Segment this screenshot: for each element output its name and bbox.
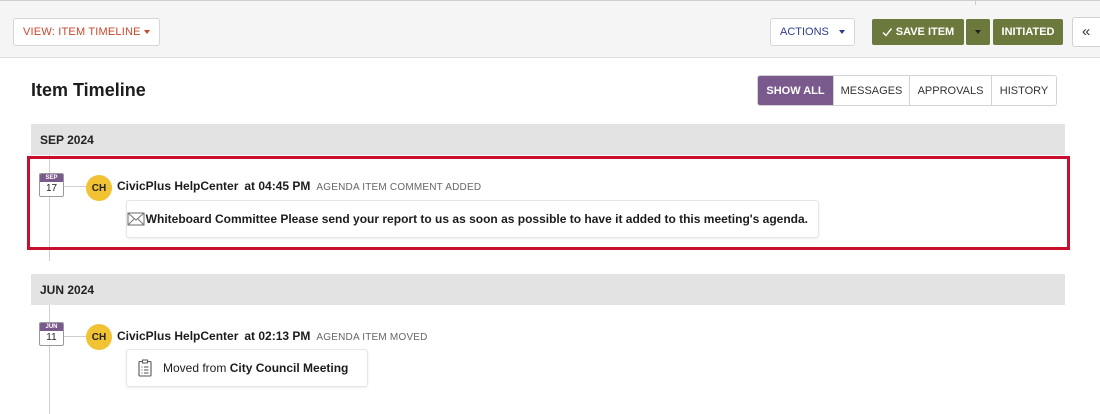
toolbar-divider <box>975 1 976 5</box>
entry-time: at 02:13 PM <box>244 329 311 343</box>
save-item-label: SAVE ITEM <box>895 26 955 38</box>
top-toolbar: VIEW: ITEM TIMELINE ACTIONS SAVE ITEM IN… <box>0 0 1100 58</box>
entry-author[interactable]: CivicPlus HelpCenter <box>117 329 238 343</box>
entry-type: AGENDA ITEM MOVED <box>316 332 428 343</box>
caret-down-icon <box>975 30 981 34</box>
status-label: INITIATED <box>1001 26 1055 38</box>
entry-body-prefix: Moved from <box>163 361 227 375</box>
collapse-panel-button[interactable]: « <box>1072 17 1100 47</box>
save-item-button[interactable]: SAVE ITEM <box>872 19 964 45</box>
highlight-box <box>27 156 1070 250</box>
caret-down-icon <box>839 30 845 34</box>
timeline-connector <box>64 336 86 337</box>
clipboard-icon <box>127 350 163 386</box>
actions-button[interactable]: ACTIONS <box>770 18 855 46</box>
status-initiated-button[interactable]: INITIATED <box>993 19 1063 45</box>
entry-body: Moved from City Council Meeting <box>163 361 358 375</box>
tab-show-all[interactable]: SHOW ALL <box>758 76 833 105</box>
view-selector-label: VIEW: ITEM TIMELINE <box>23 26 141 38</box>
tab-approvals[interactable]: APPROVALS <box>909 76 991 105</box>
timeline-filter-tabs: SHOW ALL MESSAGES APPROVALS HISTORY <box>757 75 1057 106</box>
save-options-button[interactable] <box>966 19 990 45</box>
double-chevron-left-icon: « <box>1082 23 1091 40</box>
date-badge-day: 11 <box>46 332 57 343</box>
actions-label: ACTIONS <box>780 26 829 38</box>
entry-history-card: Moved from City Council Meeting <box>126 349 368 387</box>
page-title: Item Timeline <box>31 80 146 100</box>
caret-down-icon <box>144 30 150 34</box>
date-badge-month: JUN <box>40 323 63 331</box>
entry-header: CivicPlus HelpCenter at 02:13 PM AGENDA … <box>117 329 428 343</box>
view-selector-button[interactable]: VIEW: ITEM TIMELINE <box>13 18 160 46</box>
date-badge: JUN 11 <box>39 322 64 346</box>
month-header: JUN 2024 <box>31 274 1065 305</box>
avatar: CH <box>86 324 112 350</box>
tab-messages[interactable]: MESSAGES <box>833 76 909 105</box>
checkmark-icon <box>882 28 892 37</box>
month-header: SEP 2024 <box>31 124 1065 155</box>
tab-history[interactable]: HISTORY <box>991 76 1056 105</box>
entry-body-target[interactable]: City Council Meeting <box>230 361 349 375</box>
